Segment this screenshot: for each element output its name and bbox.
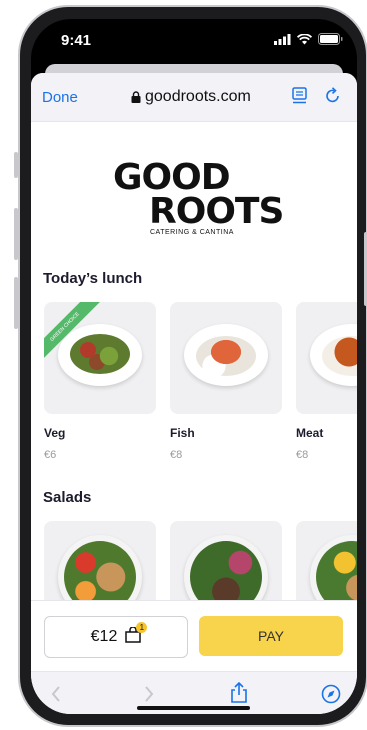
lock-icon — [131, 91, 141, 103]
volume-up-button — [14, 208, 18, 260]
section-title-salads: Salads — [43, 489, 92, 506]
status-time: 9:41 — [61, 32, 92, 49]
brand-logo: GOOD ROOTS CATERING & CANTINA — [113, 157, 284, 237]
signal-icon — [274, 33, 291, 45]
done-button[interactable]: Done — [42, 89, 78, 106]
fish-dish-image — [184, 324, 268, 386]
logo-line-2: ROOTS — [149, 191, 284, 232]
logo-line-1: GOOD — [113, 157, 231, 198]
menu-item-price-fish: €8 — [170, 449, 183, 461]
wifi-icon — [297, 33, 312, 44]
url-bar[interactable]: goodroots.com — [131, 88, 251, 106]
forward-icon[interactable] — [144, 686, 154, 702]
share-icon[interactable] — [230, 682, 248, 704]
mute-switch — [14, 152, 18, 178]
battery-icon — [318, 33, 343, 45]
status-icons — [274, 33, 343, 45]
browser-sheet: Done goodroots.com GOOD ROOTS CATERING &… — [31, 73, 357, 714]
veg-dish-image — [58, 324, 142, 386]
url-text: goodroots.com — [145, 88, 251, 105]
reader-icon[interactable] — [292, 87, 308, 105]
compass-icon[interactable] — [321, 684, 341, 704]
cart-count-badge: 1 — [136, 621, 148, 633]
bag-icon: 1 — [125, 621, 148, 648]
meat-food — [322, 336, 357, 376]
status-bar: 9:41 — [31, 19, 357, 63]
volume-down-button — [14, 277, 18, 329]
cart-amount: €12 — [90, 628, 118, 645]
menu-card-veg[interactable]: GREEN CHOICE — [44, 302, 156, 414]
menu-item-price-meat: €8 — [296, 449, 309, 461]
menu-card-meat[interactable] — [296, 302, 357, 414]
home-indicator — [137, 706, 250, 710]
screen: 9:41 Done goodroots.com GOOD ROOTS CATER… — [31, 19, 357, 714]
cart-button[interactable]: €12 1 — [44, 616, 188, 658]
menu-item-price-veg: €6 — [44, 449, 57, 461]
menu-card-fish[interactable] — [170, 302, 282, 414]
menu-item-name-meat: Meat — [296, 426, 324, 440]
checkout-bar: €12 1 PAY — [31, 600, 357, 677]
meat-dish-image — [310, 324, 357, 386]
fish-food — [196, 336, 256, 376]
section-title-lunch: Today’s lunch — [43, 270, 143, 287]
veg-food — [70, 334, 130, 374]
browser-toolbar: Done goodroots.com — [31, 73, 357, 122]
menu-item-name-veg: Veg — [44, 426, 66, 440]
pay-button[interactable]: PAY — [199, 616, 343, 656]
menu-item-name-fish: Fish — [170, 426, 195, 440]
back-icon[interactable] — [51, 686, 61, 702]
reload-icon[interactable] — [325, 87, 341, 105]
